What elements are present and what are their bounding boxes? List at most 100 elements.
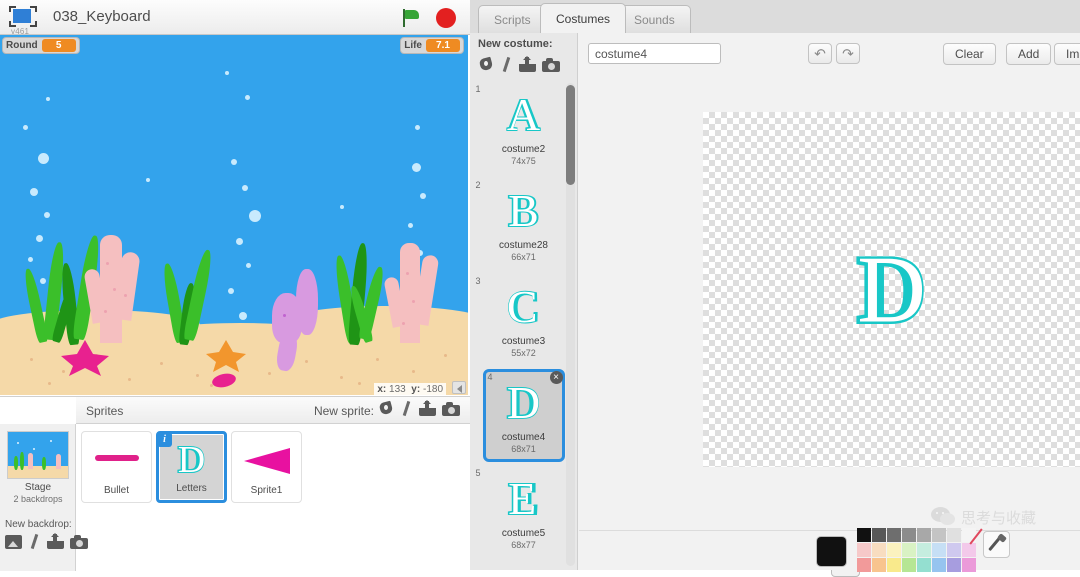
costume-size: 66x71 [511, 252, 536, 262]
canvas-letter-d-inner: D [857, 236, 926, 342]
paint-new-icon[interactable] [378, 400, 394, 417]
sprite-toolbar: Sprites New sprite: [76, 397, 470, 424]
new-costume-icons [478, 56, 560, 73]
sprite-tile-sprite1[interactable]: Sprite1 [231, 431, 302, 503]
upload-icon[interactable] [419, 400, 436, 417]
stage-canvas[interactable]: Round 5 Life 7.1 x: 133 y: -180 [0, 35, 468, 395]
no-color-slash-icon[interactable] [969, 528, 984, 545]
editor-column: Scripts Costumes Sounds New costume: 1 A… [470, 0, 1080, 577]
fill-color-swatch[interactable] [817, 537, 846, 566]
sprite-tile-letters[interactable]: i DD Letters [156, 431, 227, 503]
color-palette[interactable] [857, 528, 976, 572]
brush-icon[interactable] [400, 400, 413, 417]
paint-canvas[interactable]: DD [703, 112, 1080, 467]
costume-sidebar: New costume: 1 AA costume2 74x75 2 BB co… [470, 33, 578, 570]
costume-name: costume4 [501, 432, 546, 443]
tab-scripts[interactable]: Scripts [478, 5, 547, 33]
costume-thumbnail: BB [486, 182, 562, 240]
paint-editor: ↶ ↷ Clear Add Impor DD [579, 33, 1080, 577]
new-backdrop-label: New backdrop: [5, 519, 72, 530]
costume-letter: BB [507, 185, 540, 236]
palette-swatch[interactable] [947, 543, 961, 557]
costume-item[interactable]: 5 EE costume5 68x77 [476, 465, 565, 558]
sprite-name: Bullet [103, 485, 129, 496]
watcher-round-label: Round [6, 40, 38, 51]
palette-swatch[interactable] [887, 543, 901, 557]
clear-button[interactable]: Clear [943, 43, 996, 65]
stage-tile[interactable]: Stage 2 backdrops New backdrop: [0, 424, 88, 571]
watermark: 思考与收藏 [930, 507, 1036, 528]
paint-bottom-bar [579, 528, 1080, 577]
costume-size: 68x77 [511, 540, 536, 550]
palette-swatch[interactable] [902, 543, 916, 557]
tab-costumes[interactable]: Costumes [540, 3, 627, 33]
costume-thumbnail: EE [486, 470, 562, 528]
costume-list[interactable]: 1 AA costume2 74x75 2 BB costume28 66x71… [470, 81, 577, 570]
sprite-list: Bullet i DD Letters Sprite1 [77, 425, 470, 570]
collapse-arrow-icon[interactable] [452, 381, 466, 394]
brush-icon[interactable] [28, 533, 41, 550]
palette-swatch[interactable] [932, 543, 946, 557]
palette-swatch[interactable] [872, 543, 886, 557]
costume-thumbnail: AA [486, 86, 562, 144]
close-icon[interactable]: × [549, 371, 563, 384]
palette-swatch[interactable] [917, 543, 931, 557]
costume-name-input[interactable] [588, 43, 721, 64]
redo-arrow-icon[interactable]: ↷ [836, 43, 860, 64]
add-button[interactable]: Add [1006, 43, 1052, 65]
paint-new-icon[interactable] [478, 56, 494, 73]
upload-icon[interactable] [519, 56, 536, 73]
watcher-round[interactable]: Round 5 [2, 37, 80, 54]
stop-sign-icon[interactable] [436, 8, 456, 28]
new-sprite-label: New sprite: [313, 404, 374, 418]
image-icon[interactable] [5, 535, 22, 549]
palette-swatch[interactable] [947, 528, 961, 542]
costume-letter: EE [507, 473, 540, 524]
upload-icon[interactable] [47, 533, 64, 550]
watcher-life[interactable]: Life 7.1 [400, 37, 464, 54]
watcher-round-value: 5 [41, 39, 76, 52]
palette-swatch[interactable] [857, 543, 871, 557]
palette-swatch[interactable] [917, 528, 931, 542]
eyedropper-icon[interactable] [983, 531, 1010, 558]
costume-scrollbar-thumb[interactable] [566, 85, 575, 185]
costume-number: 2 [475, 180, 481, 190]
coord-x-value: 133 [389, 384, 406, 395]
watcher-life-value: 7.1 [426, 39, 460, 52]
palette-swatch[interactable] [857, 528, 871, 542]
costume-item[interactable]: 3 CC costume3 55x72 [476, 273, 565, 366]
paint-toolbar: ↶ ↷ Clear Add Impor [579, 33, 1080, 72]
page-title: 038_Keyboard [53, 8, 151, 25]
undo-arrow-icon[interactable]: ↶ [808, 43, 832, 64]
costume-size: 68x71 [511, 444, 536, 454]
palette-swatch[interactable] [872, 528, 886, 542]
costume-name: costume2 [501, 144, 546, 155]
camera-icon[interactable] [542, 58, 560, 72]
coord-x-label: x: [377, 384, 387, 395]
sprite-tile-bullet[interactable]: Bullet [81, 431, 152, 503]
stage-tile-subtitle: 2 backdrops [13, 494, 63, 504]
sprite-thumbnail [232, 436, 301, 480]
costume-number: 1 [475, 84, 481, 94]
palette-row-1 [857, 528, 976, 542]
costume-letter: CC [506, 281, 541, 332]
costume-size: 55x72 [511, 348, 536, 358]
costume-size: 74x75 [511, 156, 536, 166]
canvas-letter-d: DD [855, 236, 929, 342]
costume-item[interactable]: 2 BB costume28 66x71 [476, 177, 565, 270]
palette-swatch[interactable] [887, 528, 901, 542]
fullscreen-icon[interactable] [8, 5, 38, 29]
brush-icon[interactable] [500, 56, 513, 73]
coord-y-value: -180 [422, 384, 443, 395]
sprite-pane: Sprites New sprite: Stage 2 backdrops Ne… [0, 396, 470, 571]
camera-icon[interactable] [442, 402, 460, 416]
green-flag-icon[interactable] [400, 7, 422, 29]
palette-swatch[interactable] [902, 528, 916, 542]
import-button[interactable]: Impor [1054, 43, 1080, 65]
tab-sounds[interactable]: Sounds [618, 5, 691, 33]
costume-item-selected[interactable]: 4 × DD costume4 68x71 [482, 369, 565, 462]
palette-swatch[interactable] [932, 528, 946, 542]
palette-swatch[interactable] [962, 543, 976, 557]
costume-item[interactable]: 1 AA costume2 74x75 [476, 81, 565, 174]
costume-name: costume3 [501, 336, 546, 347]
